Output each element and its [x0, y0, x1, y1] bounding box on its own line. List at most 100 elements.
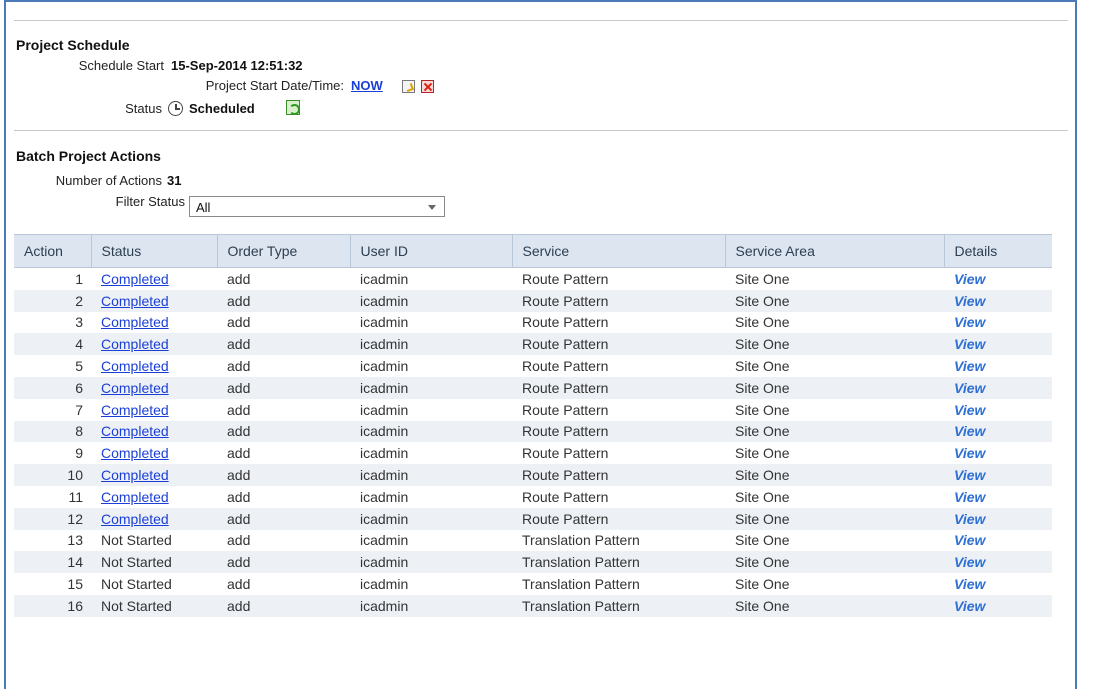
view-details-link[interactable]: View [954, 576, 985, 592]
table-row: 5 Completed add icadmin Route Pattern Site On… [14, 355, 1052, 377]
action-number: 3 [75, 314, 83, 331]
col-header-action[interactable]: Action [14, 234, 92, 268]
service-cell: Translation Pattern [522, 576, 640, 593]
status-link[interactable]: Completed [101, 423, 169, 439]
refresh-icon[interactable] [286, 100, 300, 115]
view-details-link[interactable]: View [954, 336, 985, 352]
action-number: 16 [14, 594, 91, 617]
action-number: 11 [68, 488, 83, 505]
service-cell: Route Pattern [522, 314, 609, 331]
action-number: 10 [14, 464, 91, 486]
action-number: 4 [14, 333, 91, 356]
action-number: 5 [75, 358, 83, 375]
view-details-link[interactable]: View [954, 380, 985, 396]
view-details-link[interactable]: View [954, 402, 985, 418]
status-cell: Not Started [91, 551, 217, 574]
order-type-cell: add [217, 420, 350, 443]
col-header-user-id[interactable]: User ID [350, 234, 513, 268]
service-cell: Translation Pattern [522, 532, 640, 549]
view-details-link[interactable]: View [954, 554, 985, 570]
view-details-link[interactable]: View [954, 489, 985, 505]
table-row: 7 Completed add icadmin Route Pattern Site On… [14, 399, 1052, 421]
status-cell: Completed [91, 464, 217, 486]
service-cell: Translation Pattern [512, 594, 725, 617]
service-area-cell: Site One [725, 594, 944, 617]
table-header-row: Action Status Order Type User ID Service… [14, 234, 1052, 268]
view-details-link[interactable]: View [954, 423, 985, 439]
action-number: 15 [67, 576, 83, 593]
service-area-cell: Site One [725, 376, 944, 399]
status-cell: Completed [91, 376, 217, 399]
view-details-link[interactable]: View [954, 598, 985, 614]
filter-status-value: All [196, 200, 211, 215]
service-area-cell: Site One [735, 576, 790, 593]
service-area-cell: Site One [725, 551, 944, 574]
service-cell: Route Pattern [512, 507, 725, 530]
delete-icon[interactable] [421, 80, 434, 93]
action-number: 12 [14, 507, 91, 530]
view-details-link[interactable]: View [954, 358, 985, 374]
view-details-link[interactable]: View [954, 293, 985, 309]
user-id-cell: icadmin [350, 507, 512, 530]
col-header-order-type[interactable]: Order Type [217, 234, 351, 268]
user-id-cell: icadmin [360, 532, 409, 549]
details-cell: View [944, 464, 1052, 486]
action-number: 9 [75, 445, 83, 462]
col-header-details[interactable]: Details [944, 234, 1052, 268]
view-details-link[interactable]: View [954, 445, 985, 461]
start-now-link[interactable]: NOW [351, 78, 383, 93]
status-cell: Completed [91, 486, 217, 508]
status-link[interactable]: Completed [101, 293, 169, 309]
status-link[interactable]: Completed [101, 271, 169, 287]
action-count-value: 31 [167, 173, 182, 188]
edit-icon[interactable] [402, 80, 415, 93]
table-row: 16 Not Started add icadmin Translation Patte… [14, 594, 1052, 617]
user-id-cell: icadmin [360, 314, 409, 331]
batch-actions-heading: Batch Project Actions [16, 148, 161, 164]
service-cell: Route Pattern [512, 333, 725, 356]
status-cell: Not Started [91, 594, 217, 617]
user-id-cell: icadmin [350, 333, 512, 356]
action-number: 2 [14, 289, 91, 312]
view-details-link[interactable]: View [954, 511, 985, 527]
service-area-cell: Site One [725, 420, 944, 443]
details-cell: View [944, 268, 1052, 290]
status-link[interactable]: Completed [101, 445, 169, 461]
details-cell: View [944, 399, 1052, 421]
status-link[interactable]: Completed [101, 314, 169, 330]
view-details-link[interactable]: View [954, 271, 985, 287]
view-details-link[interactable]: View [954, 314, 985, 330]
user-id-cell: icadmin [350, 551, 512, 574]
order-type-cell: add [227, 488, 251, 505]
col-header-service[interactable]: Service [512, 234, 726, 268]
status-link[interactable]: Completed [101, 511, 169, 527]
user-id-cell: icadmin [350, 464, 512, 486]
status-link[interactable]: Completed [101, 380, 169, 396]
status-link[interactable]: Completed [101, 467, 169, 483]
user-id-cell: icadmin [360, 358, 409, 375]
order-type-cell: add [217, 376, 350, 399]
table-row: 14 Not Started add icadmin Translation Patte… [14, 551, 1052, 574]
status-link[interactable]: Completed [101, 402, 169, 418]
filter-status-select[interactable]: All [189, 196, 445, 217]
status-link[interactable]: Completed [101, 489, 169, 505]
view-details-link[interactable]: View [954, 467, 985, 483]
status-link[interactable]: Completed [101, 358, 169, 374]
status-cell: Completed [91, 312, 217, 334]
user-id-cell: icadmin [360, 270, 409, 287]
order-type-cell: add [227, 576, 251, 593]
col-header-status[interactable]: Status [91, 234, 218, 268]
user-id-cell: icadmin [360, 401, 409, 418]
order-type-cell: add [217, 551, 350, 574]
status-cell: Completed [91, 268, 217, 290]
status-link[interactable]: Completed [101, 336, 169, 352]
col-header-service-area[interactable]: Service Area [725, 234, 945, 268]
service-cell: Route Pattern [512, 420, 725, 443]
service-area-cell: Site One [735, 401, 790, 418]
details-cell: View [944, 507, 1052, 530]
view-details-link[interactable]: View [954, 532, 985, 548]
table-row: 3 Completed add icadmin Route Pattern Site On… [14, 312, 1052, 334]
order-type-cell: add [227, 445, 251, 462]
service-cell: Route Pattern [522, 488, 609, 505]
schedule-start-value: 15-Sep-2014 12:51:32 [171, 58, 303, 73]
